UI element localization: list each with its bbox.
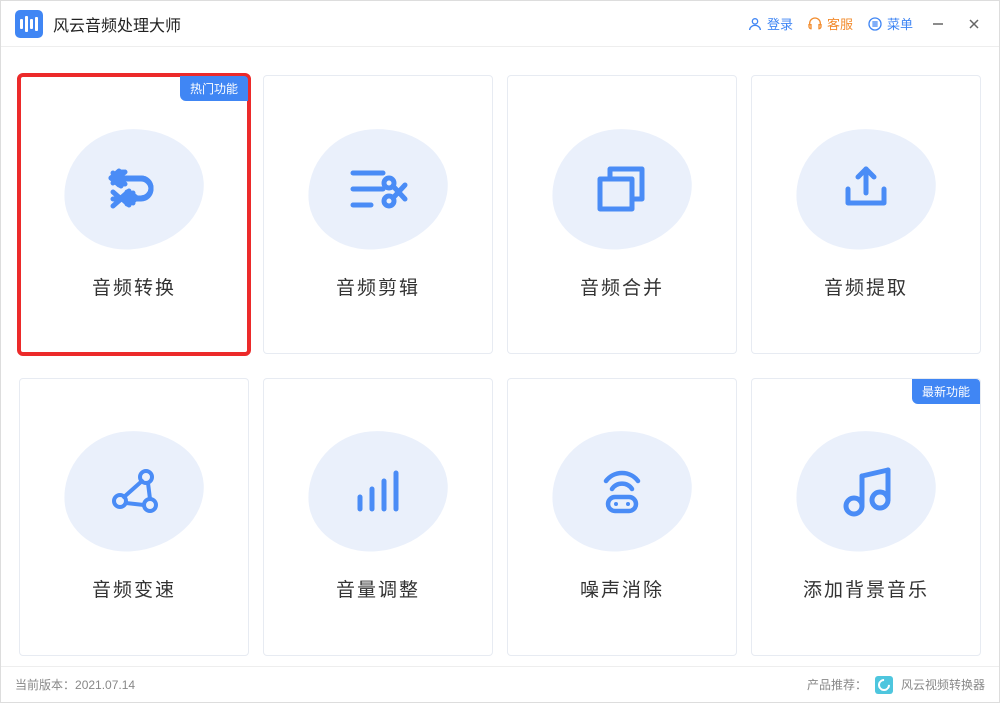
card-noise-remove[interactable]: 噪声消除 [507, 378, 737, 657]
recommend-label: 产品推荐： [807, 676, 867, 693]
card-label: 音频变速 [92, 575, 176, 602]
card-label: 添加背景音乐 [803, 575, 929, 602]
close-button[interactable] [963, 13, 985, 35]
card-label: 音频提取 [824, 273, 908, 300]
version-value: 2021.07.14 [75, 678, 135, 692]
menu-button[interactable]: 菜单 [867, 14, 913, 33]
login-button[interactable]: 登录 [747, 14, 793, 33]
convert-icon [99, 154, 169, 224]
card-label: 音量调整 [336, 575, 420, 602]
user-icon [747, 16, 763, 32]
titlebar: 风云音频处理大师 登录 客服 菜单 [1, 1, 999, 47]
menu-icon [867, 16, 883, 32]
cut-icon [343, 154, 413, 224]
minimize-button[interactable] [927, 13, 949, 35]
music-icon [831, 456, 901, 526]
merge-icon [587, 154, 657, 224]
hot-badge: 热门功能 [180, 76, 248, 101]
app-title: 风云音频处理大师 [53, 12, 181, 36]
card-volume-adjust[interactable]: 音量调整 [263, 378, 493, 657]
speed-icon [99, 456, 169, 526]
new-badge: 最新功能 [912, 379, 980, 404]
card-audio-cut[interactable]: 音频剪辑 [263, 75, 493, 354]
card-label: 音频剪辑 [336, 273, 420, 300]
card-audio-merge[interactable]: 音频合并 [507, 75, 737, 354]
feature-grid: 热门功能 [1, 47, 999, 666]
headset-icon [807, 16, 823, 32]
card-audio-speed[interactable]: 音频变速 [19, 378, 249, 657]
version-label: 当前版本： [15, 676, 75, 693]
card-label: 音频转换 [92, 273, 176, 300]
footer: 当前版本： 2021.07.14 产品推荐： 风云视频转换器 [1, 666, 999, 702]
card-label: 噪声消除 [580, 575, 664, 602]
noise-icon [587, 456, 657, 526]
recommend-link[interactable]: 风云视频转换器 [901, 676, 985, 693]
card-audio-convert[interactable]: 热门功能 [19, 75, 249, 354]
card-audio-extract[interactable]: 音频提取 [751, 75, 981, 354]
app-logo-icon [15, 10, 43, 38]
extract-icon [831, 154, 901, 224]
support-button[interactable]: 客服 [807, 14, 853, 33]
titlebar-actions: 登录 客服 菜单 [747, 13, 985, 35]
card-bg-music[interactable]: 最新功能 添加背景音乐 [751, 378, 981, 657]
volume-icon [343, 456, 413, 526]
recommend-logo-icon [875, 676, 893, 694]
card-label: 音频合并 [580, 273, 664, 300]
